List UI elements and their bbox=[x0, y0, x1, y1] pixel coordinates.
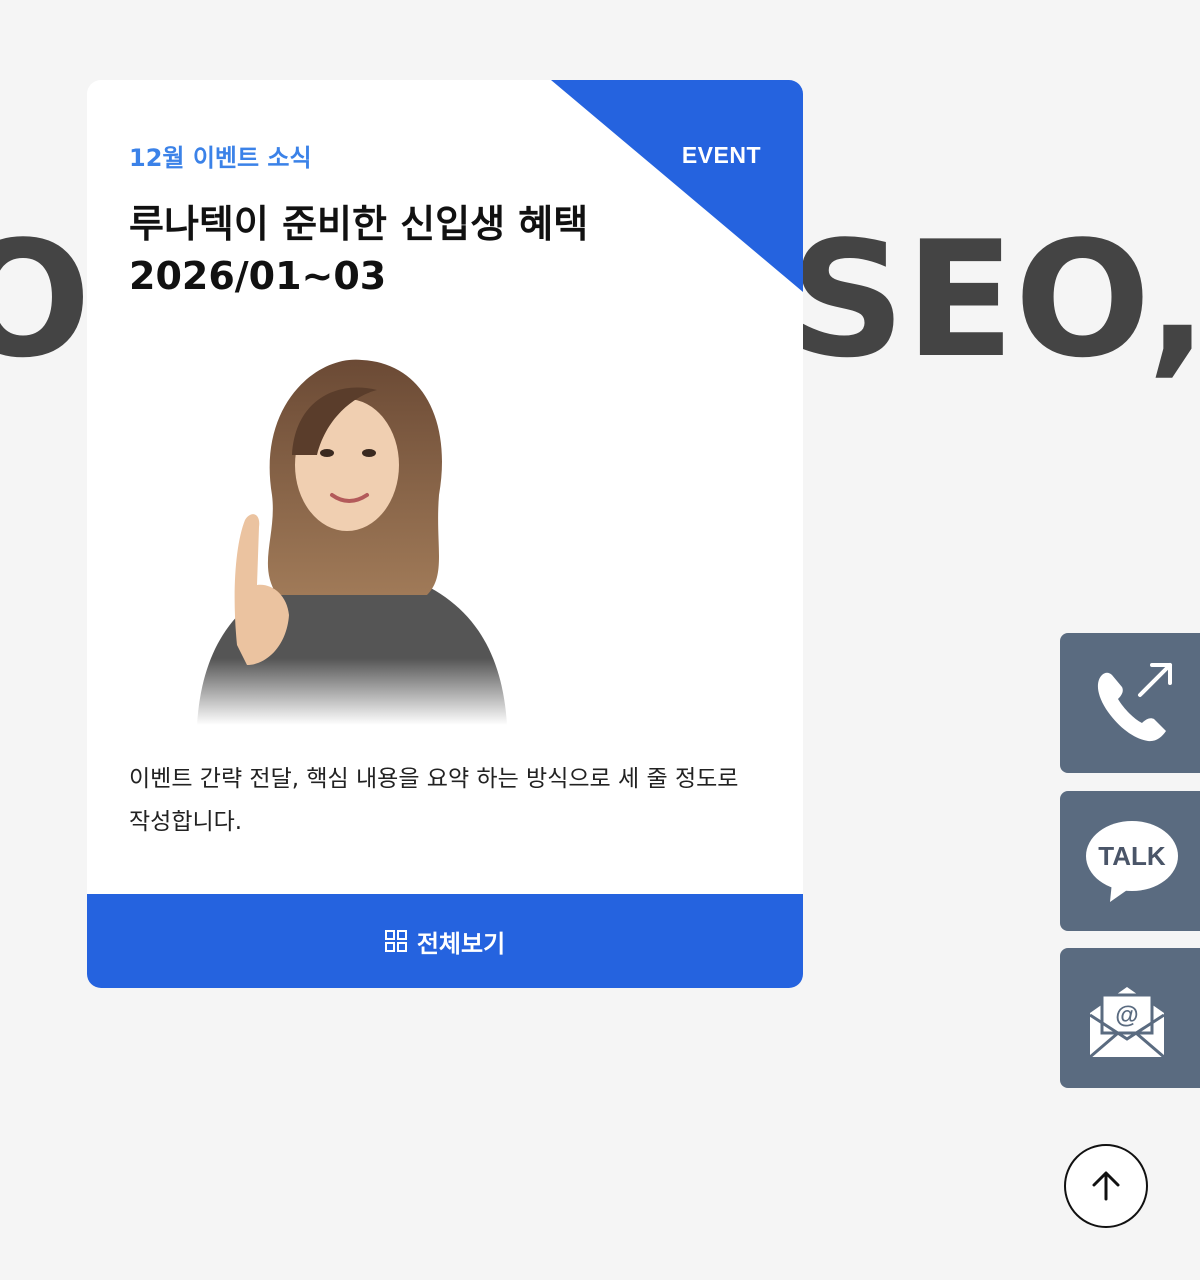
talk-bubble-text: TALK bbox=[1098, 841, 1166, 871]
scroll-top-button[interactable] bbox=[1064, 1144, 1148, 1228]
mail-button[interactable]: @ bbox=[1060, 948, 1200, 1088]
event-title-line1: 루나텍이 준비한 신입생 혜택 bbox=[129, 202, 589, 246]
event-card: EVENT 12월 이벤트 소식 루나텍이 준비한 신입생 혜택 2026/01… bbox=[87, 80, 803, 988]
arrow-up-icon bbox=[1092, 1171, 1120, 1201]
event-title-line2: 2026/01~03 bbox=[129, 254, 387, 298]
mail-envelope-icon: @ bbox=[1089, 987, 1165, 1059]
grid-icon bbox=[384, 930, 407, 952]
view-all-button[interactable]: 전체보기 bbox=[87, 894, 803, 988]
kakao-talk-button[interactable]: TALK bbox=[1060, 791, 1200, 931]
view-all-label: 전체보기 bbox=[416, 929, 506, 958]
phone-call-icon bbox=[1097, 663, 1172, 742]
event-eyebrow: 12월 이벤트 소식 bbox=[129, 144, 312, 172]
event-corner-label: EVENT bbox=[681, 142, 761, 168]
event-photo bbox=[197, 359, 507, 725]
phone-call-button[interactable] bbox=[1060, 633, 1200, 773]
event-title: 루나텍이 준비한 신입생 혜택 2026/01~03 bbox=[129, 198, 649, 302]
mail-at-text: @ bbox=[1115, 1002, 1138, 1029]
event-description: 이벤트 간략 전달, 핵심 내용을 요약 하는 방식으로 세 줄 정도로 작성합… bbox=[129, 766, 739, 835]
background-text-left: O bbox=[0, 206, 92, 393]
background-text-right: SEO, W bbox=[790, 206, 1200, 393]
talk-bubble-icon: TALK bbox=[1086, 821, 1178, 902]
